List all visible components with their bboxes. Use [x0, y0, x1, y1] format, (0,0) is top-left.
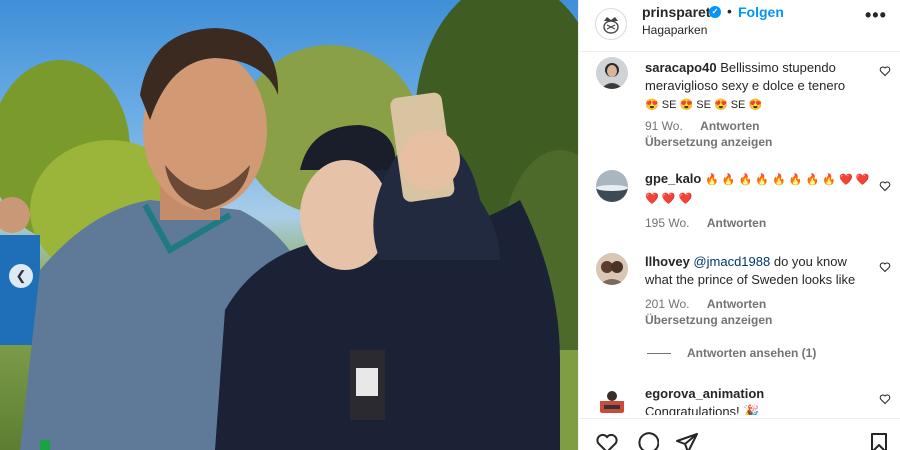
photo-illustration	[0, 0, 578, 450]
heart-icon[interactable]	[879, 261, 891, 273]
post-action-bar	[579, 418, 900, 450]
comment-meta: 91 Wo. Antworten	[645, 119, 773, 133]
comment-username[interactable]: gpe_kalo	[645, 171, 701, 186]
comment-body: llhovey @jmacd1988 do you know what the …	[645, 253, 870, 289]
comment-time: 91 Wo.	[645, 119, 683, 133]
commenter-avatar[interactable]	[596, 57, 628, 89]
avatar-image	[596, 385, 628, 415]
send-icon[interactable]	[675, 431, 699, 450]
verified-badge-icon: ✓	[709, 6, 721, 18]
heart-icon[interactable]	[879, 393, 891, 405]
heart-icon[interactable]	[595, 431, 619, 450]
comments-list[interactable]: saracapo40 Bellissimo stupendo meravigli…	[579, 53, 900, 415]
heart-icon[interactable]	[879, 65, 891, 77]
commenter-avatar[interactable]	[596, 253, 628, 285]
bookmark-icon[interactable]	[867, 431, 891, 450]
comment-body: gpe_kalo 🔥 🔥 🔥 🔥 🔥 🔥 🔥 🔥 ❤️ ❤️ ❤️ ❤️ ❤️	[645, 170, 870, 208]
comment-icon[interactable]	[635, 431, 659, 450]
account-username[interactable]: prinsparet	[642, 4, 710, 20]
crown-emblem-icon	[603, 17, 619, 34]
comment-mention[interactable]: @jmacd1988	[693, 254, 770, 269]
account-avatar[interactable]	[595, 8, 627, 40]
comment-body: egorova_animation Congratulations! 🎉	[645, 385, 870, 415]
comment-time: 201 Wo.	[645, 297, 690, 311]
reply-button[interactable]: Antworten	[707, 297, 766, 311]
post-location[interactable]: Hagaparken	[642, 23, 707, 37]
heart-icon[interactable]	[879, 180, 891, 192]
comment-time: 195 Wo.	[645, 216, 690, 230]
comment-username[interactable]: llhovey	[645, 254, 690, 269]
post-photo[interactable]: ❮	[0, 0, 578, 450]
comment-meta: 195 Wo. Antworten	[645, 216, 780, 230]
avatar-image	[596, 57, 628, 89]
header-separator: •	[727, 3, 732, 19]
reply-button[interactable]: Antworten	[707, 216, 766, 230]
commenter-avatar[interactable]	[596, 170, 628, 202]
avatar-image	[596, 253, 628, 285]
comment-username[interactable]: saracapo40	[645, 60, 717, 75]
comment-body: saracapo40 Bellissimo stupendo meravigli…	[645, 59, 870, 114]
more-options-button[interactable]: •••	[865, 5, 887, 26]
translate-button[interactable]: Übersetzung anzeigen	[645, 135, 772, 149]
follow-button[interactable]: Folgen	[738, 4, 784, 20]
reply-button[interactable]: Antworten	[700, 119, 759, 133]
comment-username[interactable]: egorova_animation	[645, 386, 764, 401]
post-side-panel: prinsparet ✓ • Folgen Hagaparken ••• sar…	[578, 0, 900, 450]
translate-button[interactable]: Übersetzung anzeigen	[645, 313, 772, 327]
avatar-image	[596, 170, 628, 202]
comment-emoji-line: 😍 SE 😍 SE 😍 SE 😍	[645, 99, 763, 111]
comment-text: Congratulations! 🎉	[645, 404, 760, 415]
view-replies-button[interactable]: Antworten ansehen (1)	[647, 346, 816, 360]
commenter-avatar[interactable]	[596, 385, 628, 415]
comment-meta: 201 Wo. Antworten	[645, 297, 780, 311]
previous-image-button[interactable]: ❮	[9, 264, 33, 288]
post-header: prinsparet ✓ • Folgen Hagaparken •••	[579, 0, 900, 52]
